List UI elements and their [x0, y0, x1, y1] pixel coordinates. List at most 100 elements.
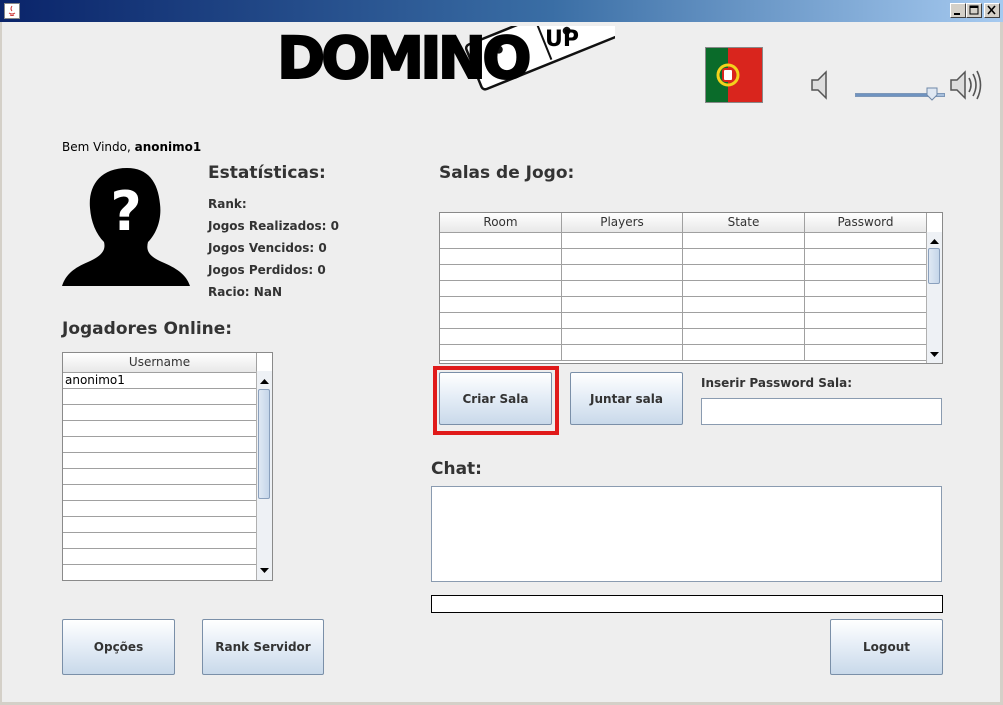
speaker-high-icon[interactable]: [948, 68, 986, 102]
window-frame-left: [0, 22, 2, 705]
chat-title: Chat:: [431, 459, 482, 479]
table-row[interactable]: [440, 233, 927, 249]
juntar-sala-button[interactable]: Juntar sala: [570, 372, 683, 425]
welcome-prefix: Bem Vindo,: [62, 140, 131, 154]
rank-servidor-button[interactable]: Rank Servidor: [202, 619, 324, 675]
room-cell: [440, 329, 562, 344]
room-cell: [440, 265, 562, 280]
room-cell: [805, 297, 927, 312]
rooms-scrollbar[interactable]: [926, 232, 942, 363]
room-cell: [562, 329, 683, 344]
table-row[interactable]: [63, 469, 257, 485]
scroll-up-arrow-icon[interactable]: [927, 233, 942, 248]
username-cell: [63, 389, 257, 404]
volume-slider-thumb[interactable]: [926, 87, 938, 101]
scroll-down-arrow-icon[interactable]: [257, 563, 272, 578]
table-row[interactable]: [63, 389, 257, 405]
table-row[interactable]: [63, 501, 257, 517]
room-cell: [440, 249, 562, 264]
online-players-header: Username: [63, 353, 257, 373]
scroll-thumb[interactable]: [928, 248, 940, 284]
table-row[interactable]: [63, 421, 257, 437]
column-header-players[interactable]: Players: [562, 213, 683, 232]
username-cell: [63, 517, 257, 532]
room-cell: [562, 313, 683, 328]
stat-jogos-realizados: Jogos Realizados: 0: [208, 219, 339, 233]
online-players-scrollbar[interactable]: [256, 371, 272, 580]
table-row[interactable]: [440, 329, 927, 345]
window-title-bar[interactable]: [0, 0, 1003, 22]
portugal-flag-icon[interactable]: [705, 47, 763, 103]
welcome-username: anonimo1: [134, 140, 202, 154]
room-cell: [562, 233, 683, 248]
table-row[interactable]: [63, 485, 257, 501]
chat-input[interactable]: [431, 595, 943, 613]
username-cell: [63, 405, 257, 420]
room-cell: [562, 265, 683, 280]
scroll-thumb[interactable]: [258, 389, 270, 499]
room-cell: [683, 281, 805, 296]
logout-button[interactable]: Logout: [830, 619, 943, 675]
username-cell: [63, 469, 257, 484]
table-row[interactable]: [440, 345, 927, 361]
username-cell: anonimo1: [63, 373, 257, 388]
room-cell: [562, 297, 683, 312]
table-row[interactable]: [63, 549, 257, 565]
table-row[interactable]: [63, 437, 257, 453]
table-row[interactable]: [63, 405, 257, 421]
column-header-password[interactable]: Password: [805, 213, 927, 232]
room-cell: [683, 249, 805, 264]
column-header-username[interactable]: Username: [63, 353, 257, 372]
column-header-room[interactable]: Room: [440, 213, 562, 232]
online-players-title: Jogadores Online:: [62, 319, 233, 339]
room-cell: [440, 297, 562, 312]
minimize-button[interactable]: [950, 3, 966, 18]
table-row[interactable]: [440, 297, 927, 313]
room-cell: [562, 345, 683, 360]
room-cell: [683, 313, 805, 328]
username-cell: [63, 533, 257, 548]
close-button[interactable]: [984, 3, 1000, 18]
table-row[interactable]: [440, 313, 927, 329]
username-cell: [63, 453, 257, 468]
rooms-table-header: Room Players State Password: [440, 213, 927, 233]
stat-jogos-vencidos-value: 0: [318, 241, 327, 255]
table-row[interactable]: [440, 265, 927, 281]
room-cell: [440, 345, 562, 360]
column-header-state[interactable]: State: [683, 213, 805, 232]
room-cell: [805, 281, 927, 296]
room-cell: [683, 233, 805, 248]
opcoes-button[interactable]: Opções: [62, 619, 175, 675]
stat-jogos-perdidos: Jogos Perdidos: 0: [208, 263, 326, 277]
stat-rank-label: Rank:: [208, 197, 247, 211]
room-cell: [805, 233, 927, 248]
table-row[interactable]: [440, 249, 927, 265]
scroll-down-arrow-icon[interactable]: [927, 347, 942, 362]
username-cell: [63, 421, 257, 436]
password-sala-label: Inserir Password Sala:: [701, 376, 853, 390]
room-cell: [805, 249, 927, 264]
criar-sala-button[interactable]: Criar Sala: [439, 372, 552, 425]
table-row[interactable]: [63, 517, 257, 533]
speaker-low-icon[interactable]: [808, 68, 834, 102]
room-cell: [440, 281, 562, 296]
table-row[interactable]: [440, 281, 927, 297]
room-cell: [562, 281, 683, 296]
online-players-table[interactable]: Username anonimo1: [62, 352, 273, 581]
room-cell: [440, 313, 562, 328]
stat-jogos-perdidos-value: 0: [317, 263, 326, 277]
table-row[interactable]: anonimo1: [63, 373, 257, 389]
password-sala-input[interactable]: [701, 398, 942, 425]
rooms-table[interactable]: Room Players State Password: [439, 212, 943, 364]
stat-jogos-perdidos-label: Jogos Perdidos:: [208, 263, 314, 277]
table-row[interactable]: [63, 533, 257, 549]
java-app-icon: [4, 3, 20, 19]
table-row[interactable]: [63, 453, 257, 469]
username-cell: [63, 549, 257, 564]
stat-racio-value: NaN: [253, 285, 282, 299]
maximize-button[interactable]: [966, 3, 982, 18]
stat-jogos-realizados-label: Jogos Realizados:: [208, 219, 327, 233]
chat-messages-area[interactable]: [431, 486, 942, 582]
scroll-up-arrow-icon[interactable]: [257, 373, 272, 388]
logo-suffix: UP: [545, 27, 579, 52]
